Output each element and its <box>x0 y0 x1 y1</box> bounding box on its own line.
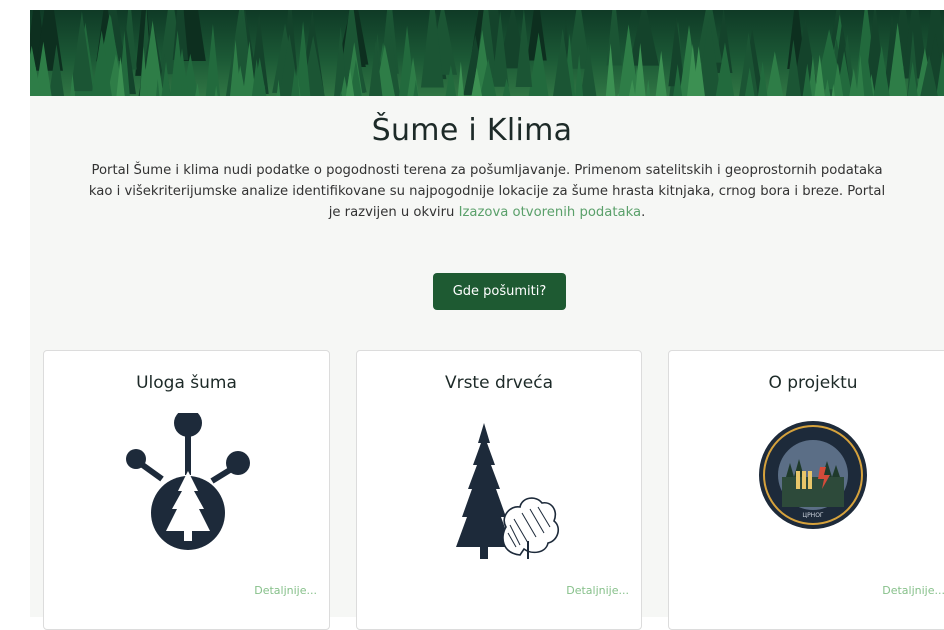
card-title: Uloga šuma <box>136 373 237 393</box>
description-line-2: kao i višekriterijumske analize identifi… <box>88 184 886 199</box>
tree-species-icon <box>456 423 560 559</box>
forest-tree-shape <box>70 11 94 92</box>
page-description: Portal Šume i klima nudi podatke o pogod… <box>30 160 944 223</box>
description-line-3: je razvijen u okviru Izazova otvorenih p… <box>30 202 944 223</box>
forest-tree-shape <box>205 23 221 97</box>
card-tree-species[interactable]: Vrste drveća Detaljnije... <box>356 350 642 630</box>
open-data-challenge-link[interactable]: Izazova otvorenih podataka <box>459 205 642 220</box>
card-about-project[interactable]: O projektu ЦРНОГ Detaljnije... <box>668 350 944 630</box>
card-forest-role[interactable]: Uloga šuma Detaljnije... <box>43 350 330 630</box>
card-title: O projektu <box>768 373 858 393</box>
forest-role-icon <box>125 413 250 550</box>
description-line-3-text: je razvijen u okviru <box>328 205 459 220</box>
card-details-link[interactable]: Detaljnije... <box>882 584 944 597</box>
card-details-link[interactable]: Detaljnije... <box>566 584 629 597</box>
forest-tree-shape <box>629 10 659 66</box>
project-logo-text: ЦРНОГ <box>802 512 824 519</box>
page-title: Šume i Klima <box>371 113 573 148</box>
card-title: Vrste drveća <box>444 373 554 393</box>
forest-tree-shape <box>606 10 622 66</box>
description-line-1: Portal Šume i klima nudi podatke o pogod… <box>91 163 883 178</box>
project-logo-icon: ЦРНОГ <box>759 421 867 529</box>
description-line-3-end: . <box>641 205 646 220</box>
where-to-afforest-button[interactable]: Gde pošumiti? <box>433 273 566 310</box>
card-details-link[interactable]: Detaljnije... <box>254 584 317 597</box>
